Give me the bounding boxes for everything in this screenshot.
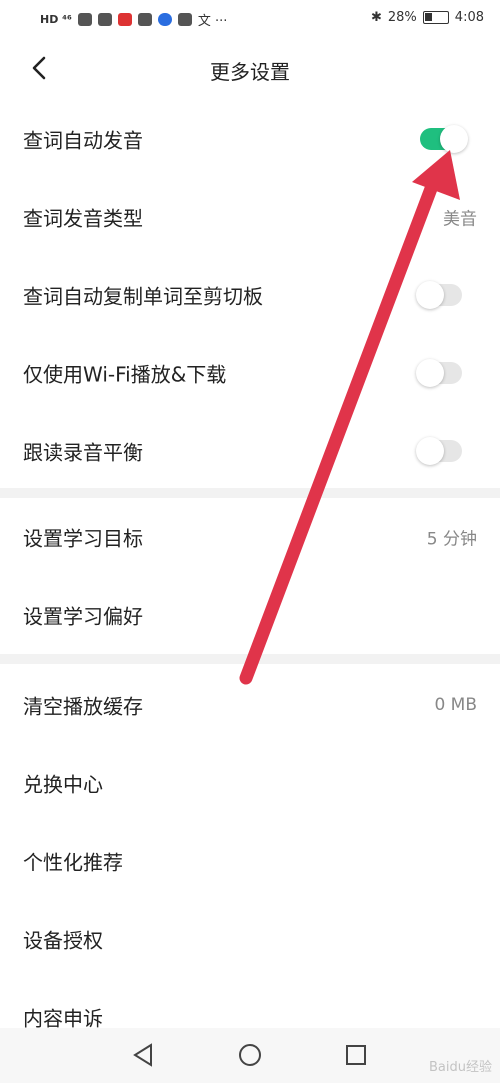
watermark: Baidu经验 <box>429 1060 492 1075</box>
section-divider <box>0 654 500 664</box>
app-notification-icon-4 <box>177 13 192 26</box>
clock: 4:08 <box>454 10 484 25</box>
app-notification-icon-3 <box>157 13 172 26</box>
setting-row-recording-balance[interactable]: 跟读录音平衡 <box>0 412 500 490</box>
nav-recents-icon[interactable] <box>343 1042 369 1068</box>
setting-label: 仅使用Wi-Fi播放&下载 <box>23 362 227 387</box>
wifi-icon <box>97 13 112 26</box>
setting-row-study-preference[interactable]: 设置学习偏好 <box>0 576 500 654</box>
setting-row-wifi-only[interactable]: 仅使用Wi-Fi播放&下载 <box>0 334 500 412</box>
setting-row-personalized-recommend[interactable]: 个性化推荐 <box>0 822 500 900</box>
auto-pronounce-toggle[interactable] <box>420 125 468 153</box>
toggle-knob <box>416 437 444 465</box>
setting-row-study-goal[interactable]: 设置学习目标 5 分钟 <box>0 498 500 576</box>
setting-label: 兑换中心 <box>23 772 103 797</box>
battery-icon <box>422 11 449 24</box>
setting-row-redeem-center[interactable]: 兑换中心 <box>0 744 500 822</box>
recording-balance-toggle[interactable] <box>416 437 462 465</box>
setting-row-auto-pronounce[interactable]: 查词自动发音 <box>0 100 500 178</box>
network-label: HD ⁴⁶ <box>40 13 72 26</box>
nav-back-icon[interactable] <box>130 1042 156 1068</box>
auto-copy-toggle[interactable] <box>416 281 462 309</box>
setting-label: 设置学习偏好 <box>23 604 143 629</box>
setting-value: 0 MB <box>434 695 477 715</box>
system-navigation-bar <box>0 1028 500 1083</box>
nav-home-icon[interactable] <box>237 1042 263 1068</box>
setting-value: 美音 <box>443 209 477 230</box>
setting-label: 设置学习目标 <box>23 526 143 551</box>
setting-label: 清空播放缓存 <box>23 694 143 719</box>
section-divider <box>0 488 500 498</box>
setting-label: 设备授权 <box>23 928 103 953</box>
setting-label: 查词发音类型 <box>23 206 143 231</box>
status-left-icons: HD ⁴⁶ 文 ··· <box>40 10 227 29</box>
setting-label: 个性化推荐 <box>23 850 123 875</box>
wifi-only-toggle[interactable] <box>416 359 462 387</box>
app-notification-icon <box>117 13 132 26</box>
signal-icon <box>77 13 92 26</box>
app-notification-icon-2 <box>137 13 152 26</box>
toggle-knob <box>440 125 468 153</box>
setting-label: 查词自动发音 <box>23 128 143 153</box>
status-bar: HD ⁴⁶ 文 ··· ✱ 28% 4:08 <box>0 0 500 38</box>
setting-row-clear-cache[interactable]: 清空播放缓存 0 MB <box>0 666 500 744</box>
page-title: 更多设置 <box>210 60 290 84</box>
setting-value: 5 分钟 <box>426 529 477 550</box>
setting-label: 跟读录音平衡 <box>23 440 143 465</box>
battery-percent: 28% <box>387 10 417 25</box>
header-bar: 更多设置 <box>0 38 500 100</box>
toggle-knob <box>416 359 444 387</box>
setting-label: 查词自动复制单词至剪切板 <box>23 284 263 309</box>
bluetooth-icon: ✱ <box>370 10 382 25</box>
status-right-icons: ✱ 28% 4:08 <box>371 10 484 25</box>
toggle-knob <box>416 281 444 309</box>
setting-row-auto-copy[interactable]: 查词自动复制单词至剪切板 <box>0 256 500 334</box>
setting-row-device-authorization[interactable]: 设备授权 <box>0 900 500 978</box>
more-notifications-icon: 文 ··· <box>197 14 228 29</box>
setting-row-pronounce-type[interactable]: 查词发音类型 美音 <box>0 178 500 256</box>
